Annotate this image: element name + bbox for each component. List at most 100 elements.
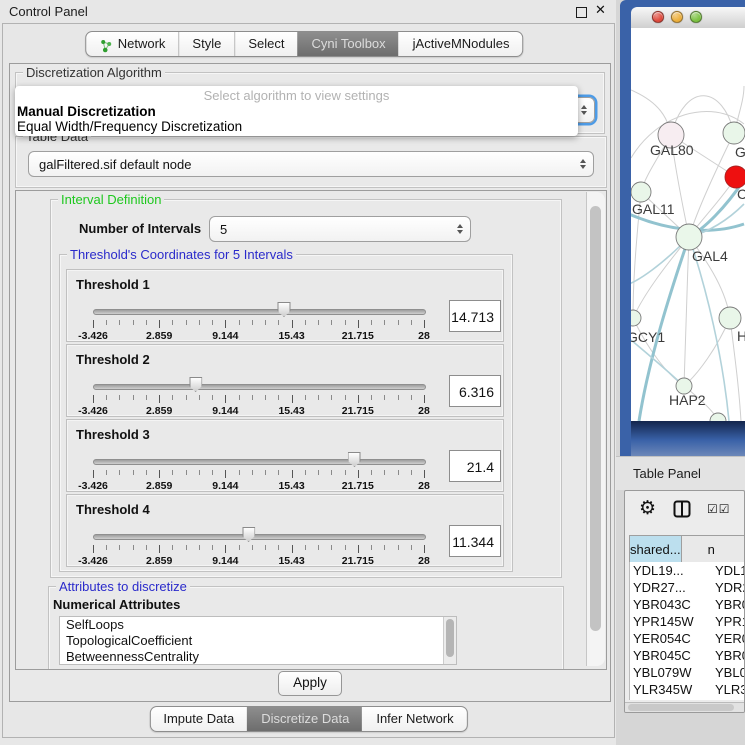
network-node-gal11[interactable] xyxy=(631,182,651,202)
table-cell[interactable]: YDR27... xyxy=(630,579,704,596)
column-header-shared[interactable]: shared... xyxy=(629,536,682,563)
table-row[interactable]: YPR145WYPR1 xyxy=(630,613,744,630)
table-cell[interactable]: YBR0 xyxy=(704,596,744,613)
column-header-name[interactable]: n xyxy=(682,536,745,563)
table-cell[interactable]: YLR3 xyxy=(704,681,744,698)
tick-label: 9.144 xyxy=(212,555,238,567)
network-view-window[interactable]: GAL80GCGAL11GAL4GCY1HHAP2 xyxy=(620,0,745,456)
tab-jactivemnodules[interactable]: jActiveMNodules xyxy=(399,32,523,56)
settings-vertical-scrollbar[interactable] xyxy=(586,192,605,666)
table-horizontal-scrollbar[interactable] xyxy=(625,702,744,713)
table-cell[interactable]: YBR0 xyxy=(704,647,744,664)
table-row[interactable]: YDL19...YDL1 xyxy=(630,562,744,579)
attributes-group: Attributes to discretize Numerical Attri… xyxy=(48,586,564,670)
threshold-slider[interactable]: -3.4262.8599.14415.4321.71528 xyxy=(93,303,424,339)
network-node-gal4[interactable] xyxy=(676,224,702,250)
table-cell[interactable]: YDR2 xyxy=(704,579,744,596)
bottom-tab-discretize-data[interactable]: Discretize Data xyxy=(247,707,362,731)
algorithm-option-equal-width-frequency-discretization[interactable]: Equal Width/Frequency Discretization xyxy=(15,119,578,134)
network-node-gcy1[interactable] xyxy=(631,310,641,326)
numerical-attributes-label: Numerical Attributes xyxy=(53,597,180,612)
attributes-scrollbar[interactable] xyxy=(443,617,456,664)
table-row[interactable]: YIL052CYIL0 xyxy=(630,698,744,700)
tab-label: Infer Network xyxy=(376,707,453,731)
tab-style[interactable]: Style xyxy=(178,32,234,56)
attribute-item-selfloops[interactable]: SelfLoops xyxy=(60,617,456,633)
numerical-attributes-list[interactable]: SelfLoopsTopologicalCoefficientBetweenne… xyxy=(59,616,457,665)
node-label: GAL4 xyxy=(692,248,728,264)
attribute-item-betweennesscentrality[interactable]: BetweennessCentrality xyxy=(60,649,456,665)
window-close-button[interactable] xyxy=(652,11,664,23)
table-cell[interactable]: YDL19... xyxy=(630,562,704,579)
table-row[interactable]: YBR045CYBR0 xyxy=(630,647,744,664)
scrollbar-thumb[interactable] xyxy=(628,704,734,711)
slider-track[interactable] xyxy=(93,459,426,465)
gear-icon[interactable]: ⚙ xyxy=(639,497,656,520)
tab-cyni-toolbox[interactable]: Cyni Toolbox xyxy=(297,32,398,56)
table-cell[interactable]: YBL0 xyxy=(704,664,744,681)
slider-track[interactable] xyxy=(93,384,426,390)
threshold-value-field[interactable]: 11.344 xyxy=(449,525,501,557)
window-minimize-button[interactable] xyxy=(671,11,683,23)
bottom-tab-infer-network[interactable]: Infer Network xyxy=(362,707,466,731)
table-row[interactable]: YBL079WYBL0 xyxy=(630,664,744,681)
table-row[interactable]: YDR27...YDR2 xyxy=(630,579,744,596)
bottom-tab-impute-data[interactable]: Impute Data xyxy=(150,707,247,731)
table-cell[interactable]: YIL0 xyxy=(704,698,744,700)
table-cell[interactable]: YLR345W xyxy=(630,681,704,698)
screen: Control Panel ✕ Network Style xyxy=(0,0,745,745)
tab-select[interactable]: Select xyxy=(234,32,297,56)
threshold-slider[interactable]: -3.4262.8599.14415.4321.71528 xyxy=(93,378,424,414)
slider-tick-labels: -3.4262.8599.14415.4321.71528 xyxy=(93,480,424,491)
network-node-h[interactable] xyxy=(719,307,741,329)
tick-label: 15.43 xyxy=(278,405,304,417)
number-of-intervals-combobox[interactable]: 5 xyxy=(209,216,471,242)
table-cell[interactable]: YPR1 xyxy=(704,613,744,630)
table-row[interactable]: YER054CYER0 xyxy=(630,630,744,647)
slider-ticks xyxy=(93,395,424,404)
table-row[interactable]: YLR345WYLR3 xyxy=(630,681,744,698)
table-cell[interactable]: YBR043C xyxy=(630,596,704,613)
split-columns-icon[interactable] xyxy=(673,500,691,518)
slider-track[interactable] xyxy=(93,309,426,315)
table-cell[interactable]: YBR045C xyxy=(630,647,704,664)
network-canvas[interactable]: GAL80GCGAL11GAL4GCY1HHAP2 xyxy=(631,28,745,421)
threshold-value-field[interactable]: 21.4 xyxy=(449,450,501,482)
float-window-icon[interactable] xyxy=(576,7,587,18)
tab-network[interactable]: Network xyxy=(86,32,179,56)
threshold-slider[interactable]: -3.4262.8599.14415.4321.71528 xyxy=(93,453,424,489)
table-data-combobox[interactable]: galFiltered.sif default node xyxy=(28,151,594,177)
slider-track[interactable] xyxy=(93,534,426,540)
threshold-value-field[interactable]: 14.713 xyxy=(449,300,501,332)
table-cell[interactable]: YER054C xyxy=(630,630,704,647)
network-node-g[interactable] xyxy=(723,122,745,144)
tick-label: 2.859 xyxy=(146,480,172,492)
table-cell[interactable]: YBL079W xyxy=(630,664,704,681)
table-cell[interactable]: YPR145W xyxy=(630,613,704,630)
table-cell[interactable]: YDL1 xyxy=(704,562,744,579)
threshold-slider[interactable]: -3.4262.8599.14415.4321.71528 xyxy=(93,528,424,564)
network-node-c[interactable] xyxy=(725,166,745,188)
network-graph[interactable]: GAL80GCGAL11GAL4GCY1HHAP2 xyxy=(631,28,745,421)
scrollbar-thumb[interactable] xyxy=(590,206,601,631)
threshold-value-field[interactable]: 6.316 xyxy=(449,375,501,407)
network-node[interactable] xyxy=(710,413,726,421)
table-row[interactable]: YBR043CYBR0 xyxy=(630,596,744,613)
slider-ticks xyxy=(93,320,424,329)
tick-label: 9.144 xyxy=(212,330,238,342)
window-zoom-button[interactable] xyxy=(690,11,702,23)
tick-label: 2.859 xyxy=(146,405,172,417)
threshold-label: Threshold 2 xyxy=(76,352,150,367)
algorithm-option-manual-discretization[interactable]: Manual Discretization xyxy=(15,104,578,119)
number-of-intervals-label: Number of Intervals xyxy=(79,221,201,236)
table-cell[interactable]: YIL052C xyxy=(630,698,704,700)
network-edge xyxy=(631,340,684,386)
close-icon[interactable]: ✕ xyxy=(595,2,606,18)
attribute-item-topologicalcoefficient[interactable]: TopologicalCoefficient xyxy=(60,633,456,649)
apply-button[interactable]: Apply xyxy=(278,671,342,696)
control-panel-title: Control Panel xyxy=(9,4,88,19)
table-cell[interactable]: YER0 xyxy=(704,630,744,647)
network-window-titlebar[interactable] xyxy=(631,7,745,29)
bottom-tab-bar: Impute Data Discretize Data Infer Networ… xyxy=(149,706,467,732)
select-columns-icon[interactable]: ☑☑ xyxy=(707,502,731,516)
